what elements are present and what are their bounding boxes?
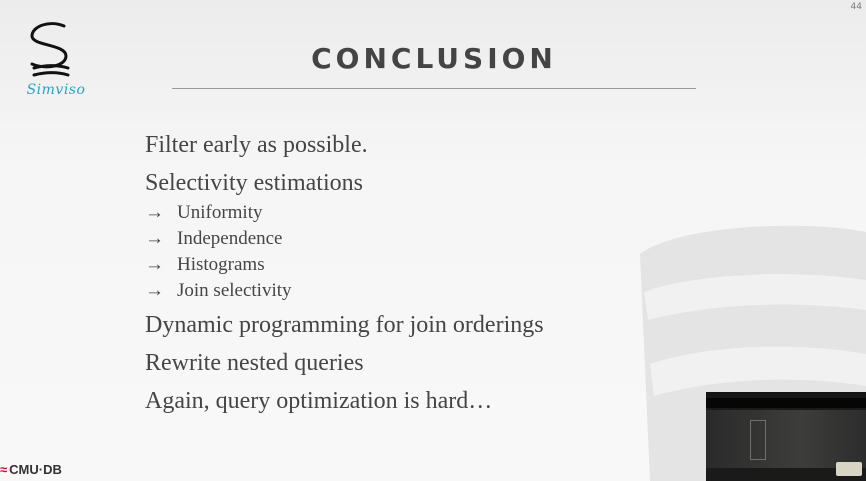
bullet-item: Filter early as possible. xyxy=(145,132,368,158)
sub-bullet-text: Histograms xyxy=(177,254,265,275)
arrow-icon: → xyxy=(145,254,164,275)
arrow-icon: → xyxy=(145,228,164,249)
arrow-icon: → xyxy=(145,280,164,301)
camera-feed-thumbnail xyxy=(706,392,866,481)
camera-feed-board xyxy=(706,410,866,468)
sub-bullet-list: → Uniformity → Independence → Histograms → J… xyxy=(145,200,745,304)
sub-bullet-item: → Independence xyxy=(145,226,745,252)
sub-bullet-item: → Histograms xyxy=(145,252,745,278)
cmu-db-logo-icon: ≈ xyxy=(0,462,8,477)
sub-bullet-text: Join selectivity xyxy=(177,280,292,301)
simviso-logo: Simviso xyxy=(14,18,94,108)
cmu-db-footer-logo: ≈ CMU·DB xyxy=(0,462,62,481)
sub-bullet-item: → Join selectivity xyxy=(145,278,745,304)
bullet-item: Dynamic programming for join orderings xyxy=(145,312,544,338)
page-number: 44 xyxy=(850,2,862,12)
sub-bullet-item: → Uniformity xyxy=(145,200,745,226)
camera-feed-strip xyxy=(706,398,866,408)
simviso-logo-text: Simviso xyxy=(26,82,86,98)
slide: 44 Simviso CONCLUSION Filter early as po… xyxy=(0,0,866,481)
sub-bullet-text: Independence xyxy=(177,228,283,249)
sub-bullet-text: Uniformity xyxy=(177,202,263,223)
bullet-item: Selectivity estimations xyxy=(145,170,363,196)
arrow-icon: → xyxy=(145,202,164,223)
bullet-item: Again, query optimization is hard… xyxy=(145,388,493,414)
bullet-item: Rewrite nested queries xyxy=(145,350,364,376)
bullet-list: Filter early as possible. Selectivity es… xyxy=(145,130,745,424)
title-divider xyxy=(172,88,696,89)
cmu-db-logo-text: CMU·DB xyxy=(9,462,62,477)
slide-title: CONCLUSION xyxy=(311,42,557,75)
camera-feed-door xyxy=(750,420,766,460)
simviso-s-logo-icon xyxy=(30,22,70,77)
camera-feed-light xyxy=(836,462,862,476)
